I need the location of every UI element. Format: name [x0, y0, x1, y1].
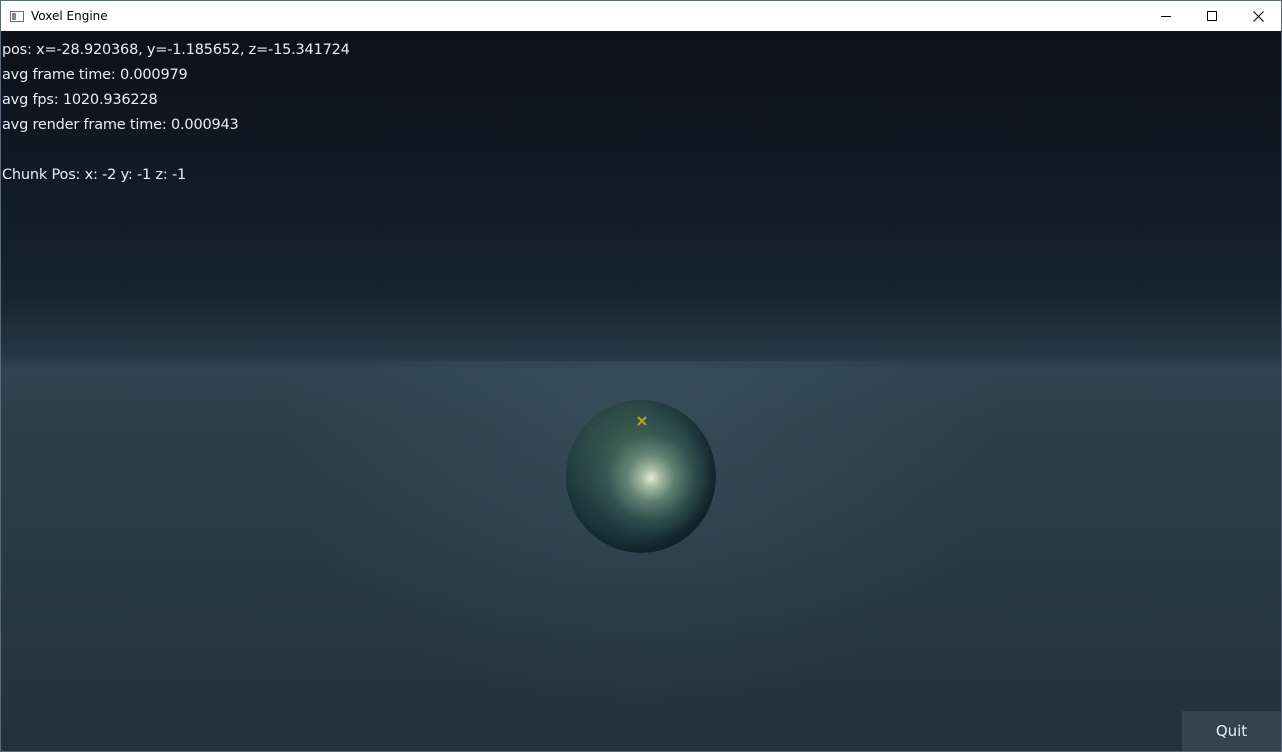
app-window: Voxel Engine pos: x=-28.920368, y=-1.185…	[0, 0, 1282, 752]
maximize-button[interactable]	[1189, 1, 1235, 31]
hud-chunk-pos: Chunk Pos: x: -2 y: -1 z: -1	[2, 167, 187, 183]
debug-hud: pos: x=-28.920368, y=-1.185652, z=-15.34…	[2, 38, 350, 188]
crosshair-icon	[637, 416, 647, 426]
hud-avg-fps: avg fps: 1020.936228	[2, 92, 158, 108]
hud-spacer	[2, 138, 350, 163]
maximize-icon	[1207, 11, 1217, 21]
title-bar[interactable]: Voxel Engine	[1, 1, 1281, 31]
quit-button[interactable]: Quit	[1182, 711, 1281, 751]
hud-avg-frame-time: avg frame time: 0.000979	[2, 67, 188, 83]
minimize-button[interactable]	[1143, 1, 1189, 31]
hud-avg-render-frame-time: avg render frame time: 0.000943	[2, 117, 239, 133]
close-button[interactable]	[1235, 1, 1281, 31]
caption-buttons	[1143, 1, 1281, 31]
hud-position: pos: x=-28.920368, y=-1.185652, z=-15.34…	[2, 42, 350, 58]
app-window-icon	[10, 10, 24, 22]
render-viewport[interactable]: pos: x=-28.920368, y=-1.185652, z=-15.34…	[1, 31, 1281, 751]
window-title: Voxel Engine	[31, 9, 108, 23]
minimize-icon	[1161, 16, 1171, 17]
close-icon	[1252, 10, 1264, 22]
